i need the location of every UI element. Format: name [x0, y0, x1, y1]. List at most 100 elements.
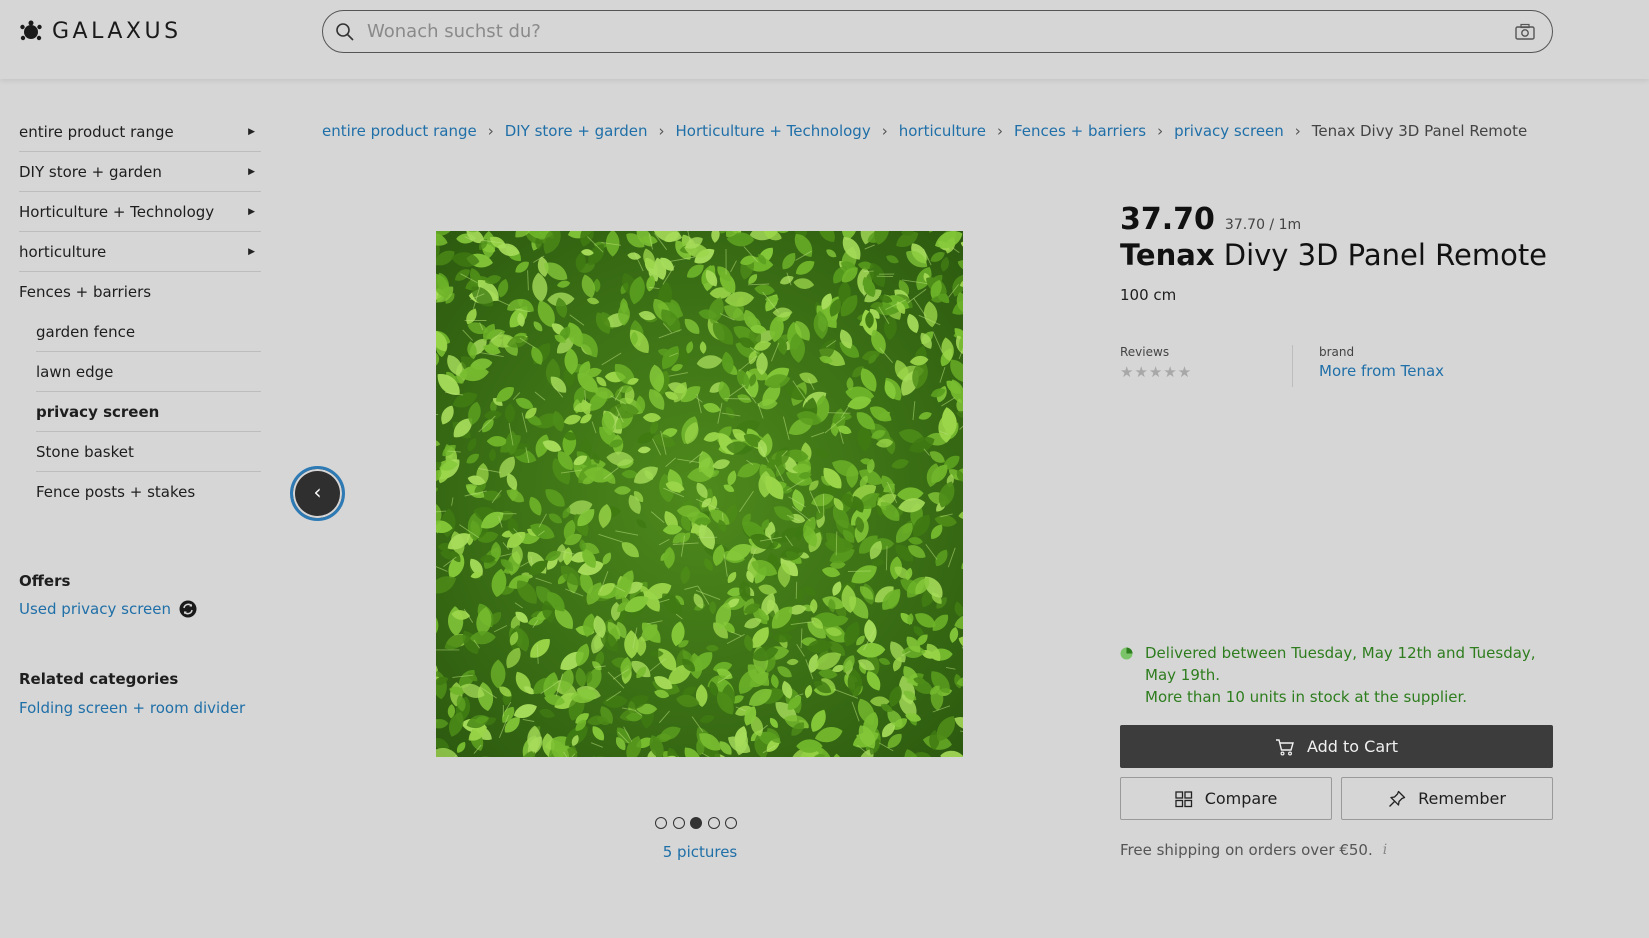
galaxus-logo[interactable]: GALAXUS — [18, 18, 182, 44]
delivery-info: Delivered between Tuesday, May 12th and … — [1120, 642, 1553, 708]
sidebar-subitem-fence-posts[interactable]: Fence posts + stakes — [36, 472, 261, 512]
foliage-panel-image — [436, 231, 963, 757]
stem-line — [795, 581, 798, 599]
product-image[interactable] — [436, 231, 963, 757]
sidebar-item-label: horticulture — [19, 242, 107, 261]
chevron-right-icon: › — [1157, 122, 1164, 140]
sidebar-item-diy-garden[interactable]: DIY store + garden ▶ — [19, 152, 261, 192]
pagination-dot[interactable] — [672, 817, 685, 829]
chevron-right-icon: › — [997, 122, 1003, 140]
site-header: GALAXUS — [0, 0, 1649, 79]
info-icon[interactable]: i — [1383, 842, 1387, 858]
add-to-cart-label: Add to Cart — [1306, 737, 1399, 756]
compare-button[interactable]: Compare — [1120, 777, 1332, 820]
stem-line — [827, 412, 851, 414]
stock-status: More than 10 units in stock at the suppl… — [1145, 688, 1468, 706]
shipping-note: Free shipping on orders over €50. i — [1120, 841, 1387, 859]
search-bar[interactable] — [322, 10, 1553, 53]
product-price: 37.70 — [1120, 202, 1215, 237]
product-variant: 100 cm — [1120, 286, 1177, 304]
sidebar-subitem-label: garden fence — [36, 322, 136, 341]
sidebar-item-label: DIY store + garden — [19, 162, 162, 181]
price-row: 37.70 37.70 / 1m — [1120, 202, 1553, 237]
unit-price: 37.70 / 1m — [1224, 217, 1302, 233]
sidebar-item-entire-range[interactable]: entire product range ▶ — [19, 112, 261, 152]
delivery-text: Delivered between Tuesday, May 12th and … — [1145, 642, 1553, 708]
pagination-dot[interactable] — [655, 817, 667, 829]
cart-icon — [1275, 738, 1294, 756]
galaxus-turtle-icon — [20, 20, 42, 41]
product-info: 37.70 37.70 / 1m Tenax Divy 3D Panel Rem… — [1120, 202, 1553, 304]
sidebar-subitem-garden-fence[interactable]: garden fence — [36, 312, 261, 352]
product-name: Divy 3D Panel Remote — [1223, 238, 1548, 272]
chevron-right-icon: › — [1294, 122, 1301, 140]
search-input[interactable] — [367, 21, 1514, 42]
search-icon[interactable] — [335, 22, 355, 42]
breadcrumb-link[interactable]: privacy screen — [1174, 122, 1284, 140]
brand-section: brand More from Tenax — [1293, 345, 1444, 387]
stem-line — [698, 536, 718, 539]
caret-right-icon: ▶ — [248, 166, 255, 177]
pictures-count-link[interactable]: 5 pictures — [640, 843, 760, 861]
star-rating-icon: ★★★★★ — [1120, 363, 1193, 381]
sidebar-subitem-label: privacy screen — [36, 402, 160, 421]
compare-label: Compare — [1204, 789, 1278, 808]
sidebar-item-horticulture-technology[interactable]: Horticulture + Technology ▶ — [19, 192, 261, 232]
brand-label: brand — [1319, 345, 1355, 359]
breadcrumb-link[interactable]: entire product range — [322, 122, 477, 140]
breadcrumb: entire product range › DIY store + garde… — [322, 122, 1527, 140]
previous-image-button[interactable]: ‹ — [290, 466, 345, 521]
sidebar-subitem-label: Fence posts + stakes — [36, 483, 196, 501]
chevron-left-icon: ‹ — [313, 480, 322, 504]
pagination-dot-active[interactable] — [690, 817, 702, 829]
chevron-right-icon: › — [881, 122, 888, 140]
sidebar-item-label: entire product range — [19, 122, 174, 141]
breadcrumb-link[interactable]: Fences + barriers — [1014, 122, 1146, 140]
breadcrumb-current: Tenax Divy 3D Panel Remote — [1311, 122, 1528, 140]
sidebar-item-horticulture[interactable]: horticulture ▶ — [19, 232, 261, 272]
compare-icon — [1175, 790, 1192, 807]
folding-screen-link[interactable]: Folding screen + room divider — [19, 699, 261, 717]
sidebar-subitem-label: Stone basket — [36, 442, 134, 461]
stem-line — [885, 545, 888, 571]
sidebar-subitem-privacy-screen[interactable]: privacy screen — [36, 392, 261, 432]
logo-text: GALAXUS — [52, 18, 182, 44]
pagination-dot[interactable] — [707, 817, 720, 829]
sidebar-subitem-stone-basket[interactable]: Stone basket — [36, 432, 261, 472]
product-meta: Reviews ★★★★★ brand More from Tenax — [1120, 345, 1553, 387]
caret-right-icon: ▶ — [248, 206, 255, 217]
more-from-brand-link[interactable]: More from Tenax — [1319, 362, 1444, 380]
pagination-dot[interactable] — [725, 817, 737, 829]
product-brand: Tenax — [1120, 238, 1215, 272]
sidebar-subitem-label: lawn edge — [36, 362, 114, 381]
related-categories-heading: Related categories — [19, 670, 179, 688]
sidebar-item-label: Horticulture + Technology — [19, 202, 215, 221]
chevron-right-icon: › — [658, 122, 665, 140]
stem-line — [835, 531, 838, 556]
caret-right-icon: ▶ — [248, 126, 255, 137]
remember-label: Remember — [1418, 789, 1506, 808]
remember-button[interactable]: Remember — [1341, 777, 1553, 820]
reviews-section[interactable]: Reviews ★★★★★ — [1120, 345, 1293, 387]
used-offers-link-row: Used privacy screen — [19, 600, 261, 618]
sidebar-item-fences-barriers[interactable]: Fences + barriers — [19, 272, 261, 312]
sidebar-subitem-lawn-edge[interactable]: lawn edge — [36, 352, 261, 392]
reviews-label: Reviews — [1120, 345, 1170, 359]
breadcrumb-link[interactable]: horticulture — [899, 122, 986, 140]
availability-icon — [1120, 647, 1133, 660]
category-sidebar: entire product range ▶ DIY store + garde… — [19, 112, 261, 717]
breadcrumb-link[interactable]: DIY store + garden — [505, 122, 648, 140]
camera-icon[interactable] — [1514, 22, 1536, 42]
shipping-text: Free shipping on orders over €50. — [1120, 841, 1373, 859]
add-to-cart-button[interactable]: Add to Cart — [1120, 725, 1553, 768]
stem-line — [863, 270, 874, 273]
caret-right-icon: ▶ — [248, 246, 255, 257]
pin-icon — [1389, 790, 1406, 807]
chevron-right-icon: › — [487, 122, 494, 140]
second-hand-cycle-icon — [179, 600, 197, 618]
sidebar-item-label: Fences + barriers — [19, 283, 152, 301]
product-title: Tenax Divy 3D Panel Remote — [1120, 238, 1553, 272]
used-privacy-screen-link[interactable]: Used privacy screen — [19, 600, 171, 618]
offers-heading: Offers — [19, 572, 71, 590]
breadcrumb-link[interactable]: Horticulture + Technology — [676, 122, 871, 140]
